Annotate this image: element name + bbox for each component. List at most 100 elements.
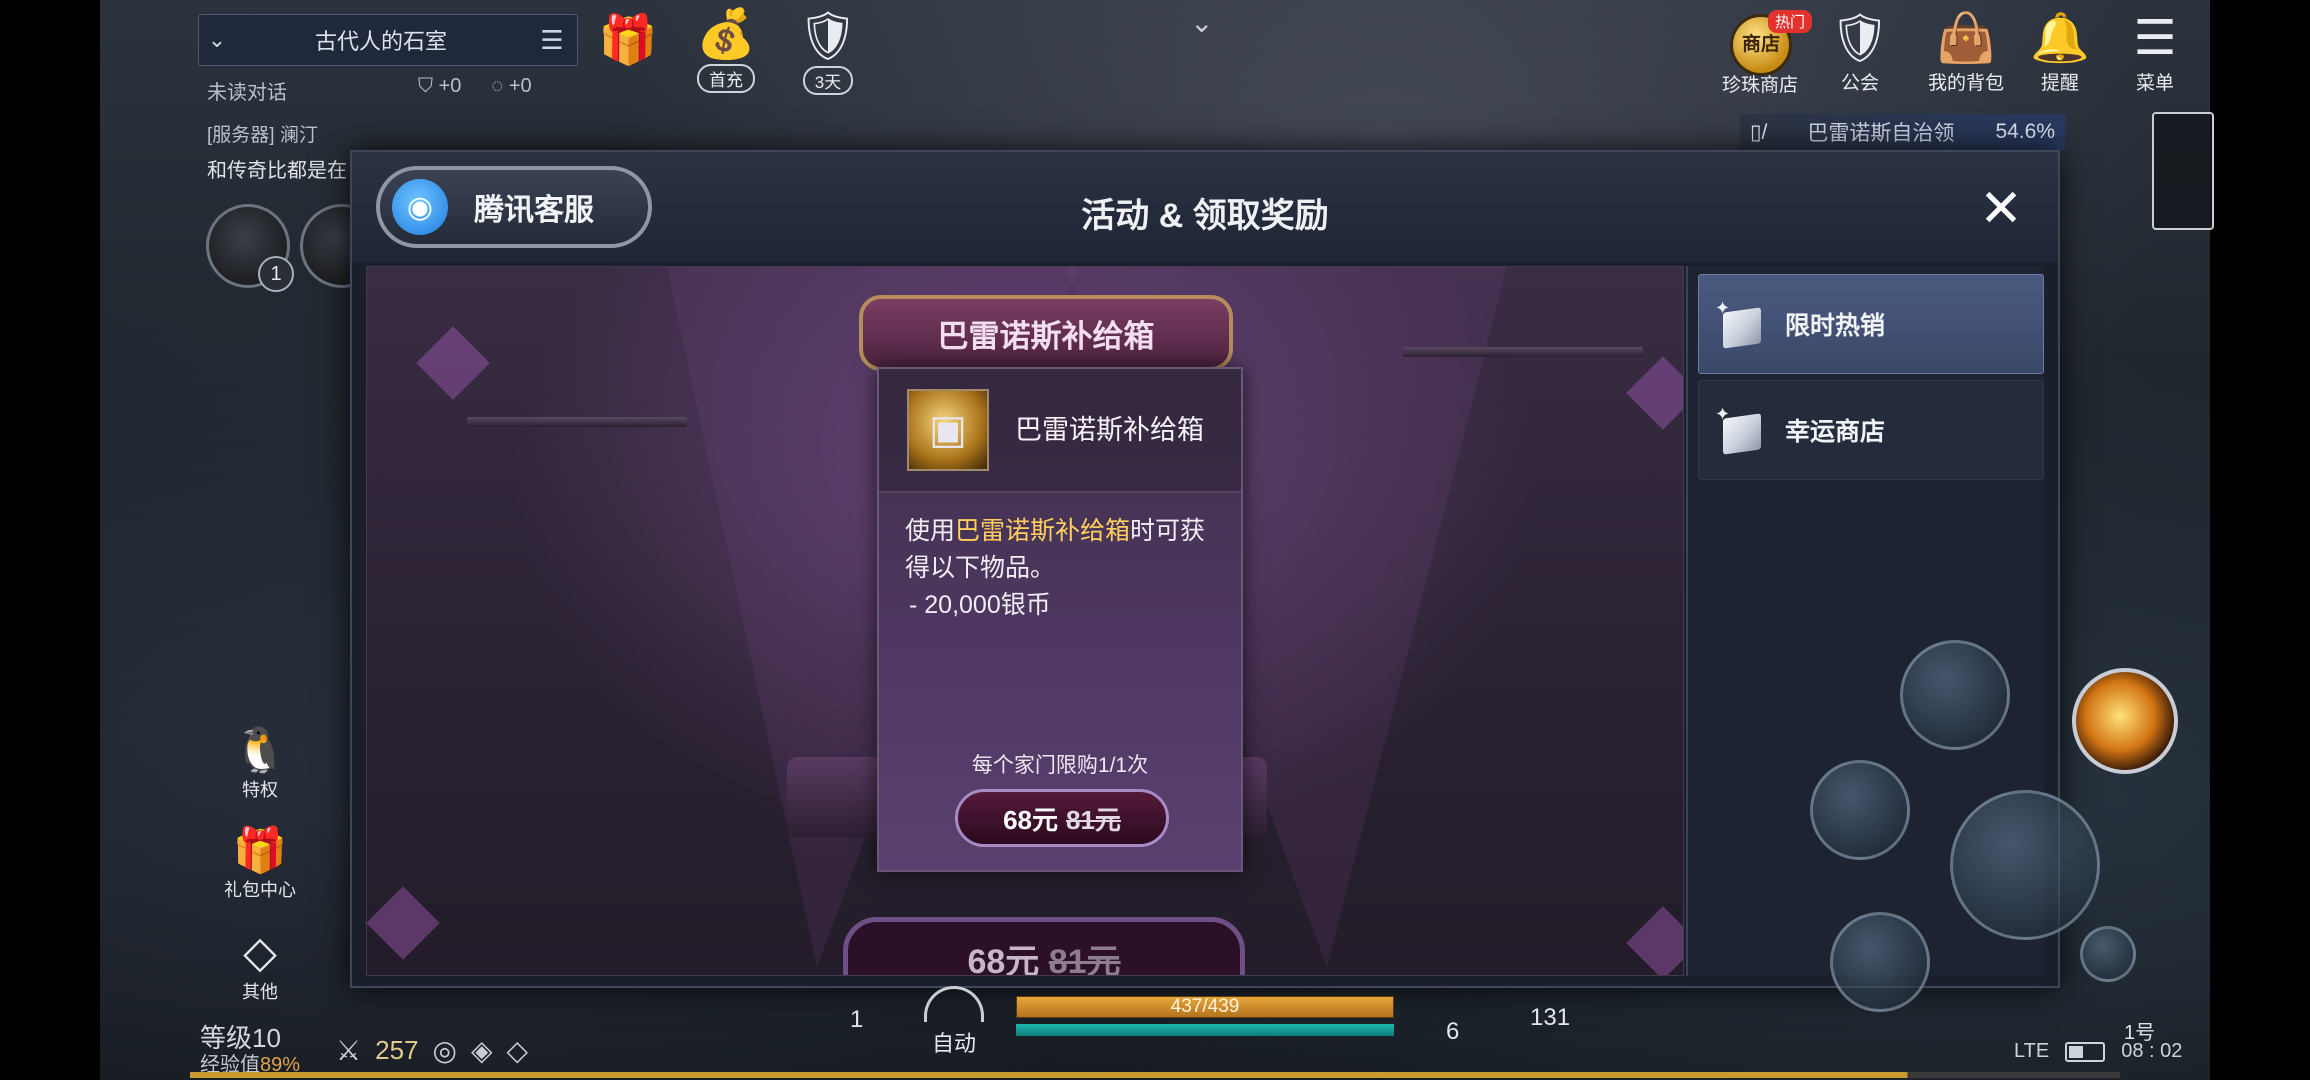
menu-button[interactable]: ☰ 菜单 [2120,12,2190,95]
desc-prefix: 使用 [905,517,956,545]
mp-bar [1016,1024,1394,1036]
close-button[interactable]: ✕ [1974,182,2028,236]
unread-label[interactable]: 未读对话 [207,76,287,105]
guild-shield-icon: 🛡 [1829,12,1891,65]
dodge-button[interactable] [2080,926,2136,982]
hot-badge: 热门 [1768,10,1813,33]
gift-icon: 🎁 [598,14,658,67]
item-count: 131 [1530,1004,1571,1031]
region-percent: 54.6% [1995,120,2055,143]
fire-skill-button[interactable] [2072,668,2178,774]
purchase-limit: 每个家门限购1/1次 [971,754,1149,777]
guild-label: 公会 [1840,73,1879,94]
other-label: 其他 [242,982,278,1002]
item-description: 使用巴雷诺斯补给箱时可获得以下物品。 - 20,000银币 [879,493,1241,624]
shield-plus-icon: 🛡 [797,10,859,63]
potion-count: 6 [1446,1018,1460,1045]
unread-msg-count: +0 [508,75,532,97]
skill-slot-count: 1 [850,1006,864,1033]
region-name: 巴雷诺斯自治领 [1807,122,1955,145]
shelf-left [467,417,687,427]
gift-center-button[interactable]: 🎁 礼包中心 [214,826,306,902]
buy-button[interactable]: 68元 81元 [955,789,1169,847]
expand-chevron-icon[interactable]: ⌄ [1190,6,1213,39]
modal-title: 活动 & 领取奖励 [1081,197,1329,235]
backpack-icon: 👜 [1936,12,1996,65]
backpack-label: 我的背包 [1927,73,2004,94]
skill-button[interactable] [1830,912,1930,1012]
decor-diamond [1626,356,1683,430]
shelf-right [1403,347,1643,357]
battery-icon [2065,1041,2106,1062]
device-status: LTE 08 : 02 [2014,1040,2182,1063]
guild-button[interactable]: 🛡 公会 [1820,12,1900,95]
skill-button[interactable] [1810,760,1910,860]
chevron-down-icon[interactable]: ⌄ [199,27,235,53]
privilege-button[interactable]: 🐧 特权 [222,726,298,802]
chat-message-sender[interactable]: [服务器] 澜汀 [207,120,318,147]
combat-power: 257 [375,1035,419,1065]
quest-tracker-box[interactable] [2152,112,2214,230]
region-progress-bar[interactable]: ▯/ 巴雷诺斯自治领 54.6% [1740,114,2065,150]
decor-diamond [367,886,440,960]
reward-line: - 20,000银币 [909,591,1051,619]
nav-label: 幸运商店 [1785,418,1886,446]
qq-penguin-icon: 🐧 [232,726,288,775]
buff-icon[interactable]: ◇ [506,1034,528,1067]
hamburger-icon: ☰ [2133,12,2177,65]
first-charge-label: 首充 [697,64,755,93]
nav-label: 限时热销 [1785,312,1886,340]
gift-box-icon: ✦ [1715,298,1767,350]
auto-icon [924,986,984,1022]
unread-counts: ⛉ +0 ◌ +0 [418,75,532,98]
companion-badge: 1 [258,256,294,292]
clock: 08 : 02 [2121,1040,2183,1062]
auto-button[interactable]: 自动 [920,986,988,1058]
combat-stats: ⚔ 257 ◎ ◈ ◇ [336,1034,528,1067]
reminder-button[interactable]: 🔔 提醒 [2024,12,2096,95]
crossed-swords-icon: ⚔ [336,1035,362,1066]
decor-diamond [416,326,490,400]
hp-bar: 437/439 [1016,996,1394,1018]
unread-shield-count: +0 [438,75,462,97]
daily-login-button[interactable]: 🛡 3天 [788,10,868,95]
other-button[interactable]: ◇ 其他 [222,928,298,1004]
box-name-plate: 巴雷诺斯补给箱 [859,295,1233,371]
background-price-plate[interactable]: 68元 81元 [843,917,1245,976]
chat-bubble-icon: ◌ [491,75,504,97]
days-label: 3天 [802,66,854,95]
gift-center-label: 礼包中心 [224,880,296,900]
old-price: 81元 [1066,804,1121,835]
buff-icon[interactable]: ◈ [471,1034,493,1067]
gift-box-icon: ✦ [1715,404,1767,456]
more-diamond-icon: ◇ [243,928,277,977]
treasure-chest-icon: ▣ [907,389,989,471]
first-charge-button[interactable]: 💰 首充 [686,8,766,93]
backpack-button[interactable]: 👜 我的背包 [1914,12,2018,95]
bell-icon: 🔔 [2030,12,2090,65]
skill-button[interactable] [1900,640,2010,750]
money-bag-icon: 💰 [696,8,756,61]
chat-message-text[interactable]: 和传奇比都是在 [207,154,347,183]
attack-button[interactable] [1950,790,2100,940]
nav-item-lucky-shop[interactable]: ✦ 幸运商店 [1698,380,2044,480]
buff-icon[interactable]: ◎ [433,1034,457,1067]
shield-small-icon: ⛉ [418,75,433,97]
nav-item-limited-sale[interactable]: ✦ 限时热销 [1698,274,2044,374]
item-name: 巴雷诺斯补给箱 [1015,415,1204,445]
gift-center-icon: 🎁 [232,826,288,875]
decor-diamond [1626,906,1683,975]
letterbox-right [2210,0,2310,1080]
privilege-label: 特权 [242,780,278,800]
pearl-shop-label: 珍珠商店 [1721,75,1798,96]
chat-location-header[interactable]: ⌄ 古代人的石室 ☰ [198,14,578,66]
product-showcase: 巴雷诺斯补给箱 68元 81元 ▣ 巴雷诺斯补给箱 使用巴雷诺斯补给箱时可获得以… [366,266,1684,976]
list-icon[interactable]: ☰ [527,25,577,56]
gift-button[interactable]: 🎁 [596,14,660,68]
tooltip-header: ▣ 巴雷诺斯补给箱 [879,369,1241,493]
modal-header: ◉ 腾讯客服 活动 & 领取奖励 ✕ [352,152,2058,262]
price: 68元 [1003,804,1058,835]
pearl-shop-button[interactable]: 珍珠商店 [1710,68,1810,97]
location-title: 古代人的石室 [314,29,447,54]
bg-old-price: 81元 [1048,943,1121,976]
